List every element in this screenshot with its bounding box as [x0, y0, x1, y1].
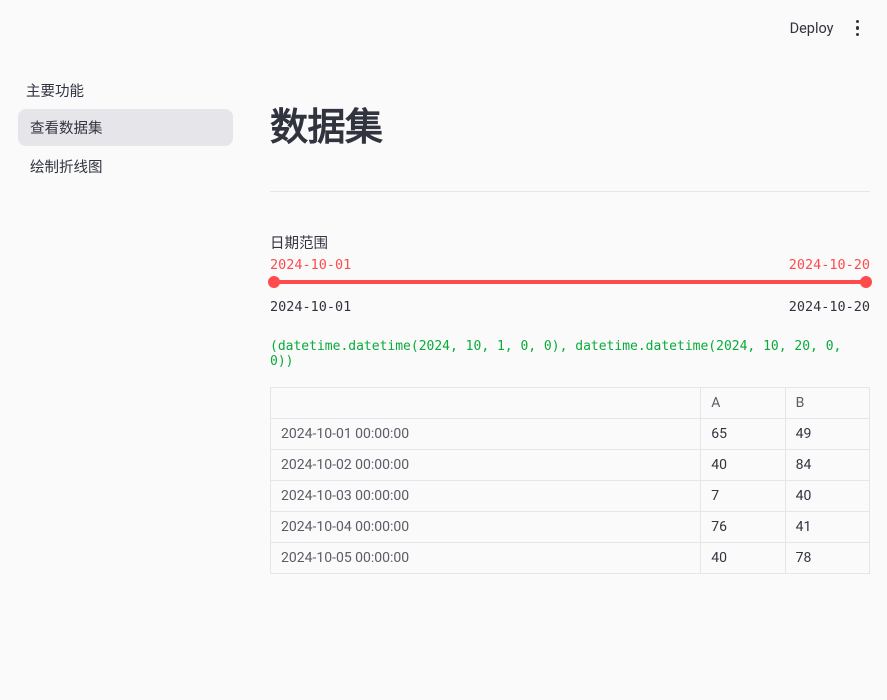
table-cell-B: 40: [785, 481, 869, 512]
table-row[interactable]: 2024-10-04 00:00:007641: [271, 512, 870, 543]
divider: [270, 191, 870, 192]
table-cell-B: 49: [785, 419, 869, 450]
slider-value-end: 2024-10-20: [789, 257, 870, 273]
table-cell-index: 2024-10-03 00:00:00: [271, 481, 701, 512]
table-cell-A: 65: [701, 419, 785, 450]
deploy-button[interactable]: Deploy: [790, 20, 834, 37]
table-cell-index: 2024-10-01 00:00:00: [271, 419, 701, 450]
sidebar-section-label: 主要功能: [18, 80, 233, 109]
more-vertical-icon[interactable]: [852, 16, 864, 41]
table-row[interactable]: 2024-10-03 00:00:00740: [271, 481, 870, 512]
table-cell-A: 40: [701, 450, 785, 481]
slider-label: 日期范围: [270, 232, 870, 253]
slider-min: 2024-10-01: [270, 299, 351, 315]
table-header-index: [271, 388, 701, 419]
slider-value-start: 2024-10-01: [270, 257, 351, 273]
table-header-row: A B: [271, 388, 870, 419]
table-row[interactable]: 2024-10-02 00:00:004084: [271, 450, 870, 481]
table-cell-B: 78: [785, 543, 869, 574]
table-cell-index: 2024-10-02 00:00:00: [271, 450, 701, 481]
page-title: 数据集: [270, 96, 870, 151]
table-cell-A: 7: [701, 481, 785, 512]
table-cell-A: 76: [701, 512, 785, 543]
debug-tuple: (datetime.datetime(2024, 10, 1, 0, 0), d…: [270, 339, 870, 369]
sidebar: 主要功能 查看数据集 绘制折线图: [18, 80, 233, 187]
table-header-B[interactable]: B: [785, 388, 869, 419]
table-cell-A: 40: [701, 543, 785, 574]
slider-thumb-end[interactable]: [860, 276, 872, 288]
table-row[interactable]: 2024-10-05 00:00:004078: [271, 543, 870, 574]
table-cell-index: 2024-10-04 00:00:00: [271, 512, 701, 543]
slider-bar: [270, 280, 870, 284]
slider-thumb-start[interactable]: [268, 276, 280, 288]
table-row[interactable]: 2024-10-01 00:00:006549: [271, 419, 870, 450]
data-table: A B 2024-10-01 00:00:0065492024-10-02 00…: [270, 387, 870, 574]
table-cell-index: 2024-10-05 00:00:00: [271, 543, 701, 574]
date-range-slider[interactable]: 日期范围 2024-10-01 2024-10-20 2024-10-01 20…: [270, 232, 870, 315]
table-cell-B: 41: [785, 512, 869, 543]
slider-track[interactable]: [270, 275, 870, 289]
sidebar-item-view-dataset[interactable]: 查看数据集: [18, 109, 233, 146]
sidebar-item-draw-line-chart[interactable]: 绘制折线图: [18, 148, 233, 185]
slider-max: 2024-10-20: [789, 299, 870, 315]
table-cell-B: 84: [785, 450, 869, 481]
table-header-A[interactable]: A: [701, 388, 785, 419]
